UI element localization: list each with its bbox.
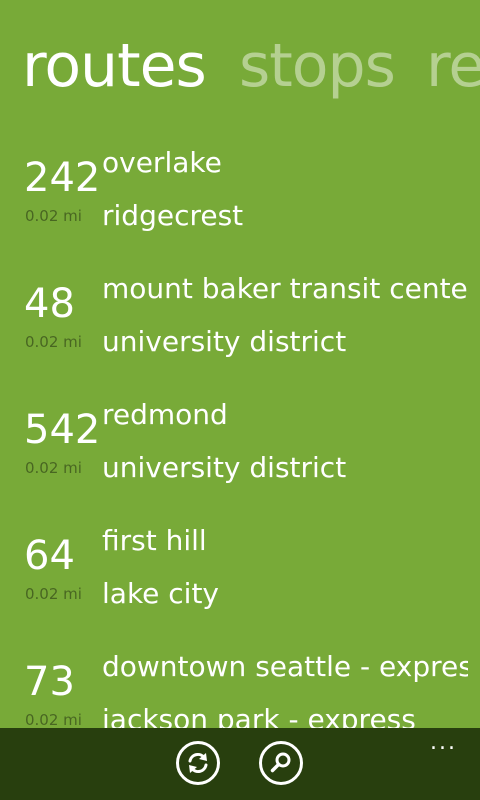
route-number: 73 [24,659,75,705]
route-destination-from: downtown seattle - expres [102,650,468,683]
refresh-icon [188,752,208,774]
route-distance: 0.02 mi [25,459,82,477]
route-destination-from: overlake [102,146,222,179]
route-destination-to: university district [102,325,347,358]
route-destination-to: ridgecrest [102,199,244,232]
route-item[interactable]: 73 0.02 mi downtown seattle - expres jac… [0,644,480,728]
route-number: 48 [24,281,75,327]
route-destination-to: lake city [102,577,220,610]
route-destination-to: university district [102,451,347,484]
pivot-header: routes stops re [0,24,480,108]
route-number: 542 [24,407,101,453]
route-destination-from: first hill [102,524,207,557]
route-item[interactable]: 542 0.02 mi redmond university district [0,392,480,518]
tab-recent[interactable]: re [426,24,480,108]
route-distance: 0.02 mi [25,711,82,728]
route-destination-from: redmond [102,398,228,431]
search-icon [270,752,291,773]
route-distance: 0.02 mi [25,207,82,225]
route-list: 242 0.02 mi overlake ridgecrest 48 0.02 … [0,140,480,728]
tab-routes[interactable]: routes [22,24,207,108]
route-item[interactable]: 48 0.02 mi mount baker transit cente uni… [0,266,480,392]
search-button[interactable] [259,741,303,785]
screen: routes stops re 242 0.02 mi overlake rid… [0,0,480,800]
route-distance: 0.02 mi [25,333,82,351]
more-options-button[interactable]: ... [430,732,457,754]
route-destination-to: jackson park - express [102,703,416,728]
route-item[interactable]: 242 0.02 mi overlake ridgecrest [0,140,480,266]
refresh-button[interactable] [176,741,220,785]
route-number: 242 [24,155,101,201]
route-destination-from: mount baker transit cente [102,272,468,305]
route-item[interactable]: 64 0.02 mi first hill lake city [0,518,480,644]
app-bar: ... [0,728,480,800]
tab-stops[interactable]: stops [239,24,396,108]
route-distance: 0.02 mi [25,585,82,603]
route-number: 64 [24,533,75,579]
